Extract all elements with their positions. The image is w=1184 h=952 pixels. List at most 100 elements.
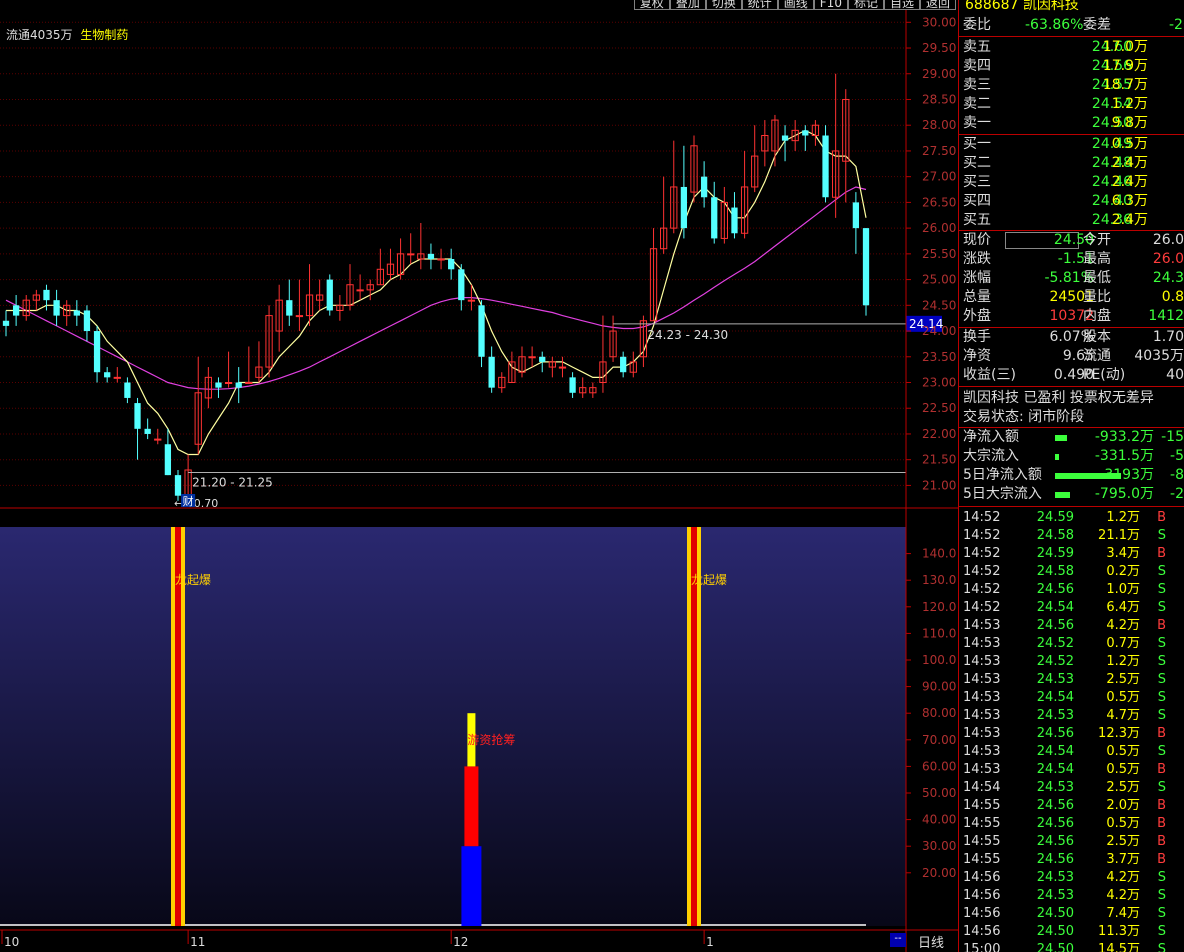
trade-time: 14:52 [963,564,1001,579]
scroll-handle[interactable]: -- [890,933,906,947]
toolbar-button[interactable]: 画线 [777,0,814,10]
trade-price: 24.52 [1036,636,1074,651]
trade-volume: 0.7万 [1106,636,1140,651]
quote-label: 总量 [963,289,991,305]
flow-bar [1055,435,1067,441]
signal-label: 龙起爆 [691,573,727,587]
trade-time: 14:52 [963,546,1001,561]
trade-status: 交易状态: 闭市阶段 [963,409,1085,425]
trade-time: 14:52 [963,600,1001,615]
quote-label: 现价 [963,232,991,248]
price-tick-label: 25.00 [922,273,956,287]
candle-body [12,305,20,316]
price-tick-label: 30.00 [922,15,956,29]
quote-row: 现价 24.50 今开 26.0 [961,231,1184,250]
trade-time: 14:53 [963,618,1001,633]
fund-value: 40 [1166,367,1184,383]
trade-price: 24.56 [1036,816,1074,831]
candle-body [286,300,293,316]
trade-time: 14:55 [963,816,1001,831]
trade-row: 14:53 24.54 0.5万 B [961,761,1184,779]
trade-volume: 4.2万 [1106,870,1140,885]
trade-price: 24.53 [1036,672,1074,687]
toolbar-button[interactable]: 自选 [883,0,920,10]
ask-label: 卖五 [963,39,991,55]
trade-price: 24.53 [1036,888,1074,903]
weicha-value: -20 [1169,17,1184,33]
candle-body [154,438,162,441]
trade-row: 14:53 24.53 4.7万 S [961,707,1184,725]
trade-side: S [1157,672,1166,687]
candle-body [104,372,111,378]
trade-price: 24.56 [1036,582,1074,597]
flow-row: 净流入额 -933.2万 -15 [961,428,1184,447]
bid-row: 买二 24.48 2.4万 [961,154,1184,173]
candle-body [822,135,829,198]
fund-label: 换手 [963,329,991,345]
trade-price: 24.56 [1036,852,1074,867]
trade-price: 24.56 [1036,618,1074,633]
candle-body [478,305,485,357]
trade-row: 14:53 24.52 1.2万 S [961,653,1184,671]
trade-row: 14:53 24.54 0.5万 S [961,743,1184,761]
period-label[interactable]: 日线 [918,932,944,951]
candle-body [448,259,455,270]
signal-label: 龙起爆 [175,573,211,587]
candle-body [144,428,151,434]
trade-side: S [1157,744,1166,759]
trade-volume: 6.4万 [1106,600,1140,615]
trade-volume: 1.2万 [1106,510,1140,525]
trade-price: 24.56 [1036,798,1074,813]
stack-segment [461,846,482,926]
trade-price: 24.58 [1036,528,1074,543]
quote-label: 最高 [1083,251,1111,267]
price-tick-label: 22.00 [922,427,956,441]
candle-body [93,331,101,373]
toolbar-button[interactable]: 统计 [741,0,778,10]
candle-body [134,403,141,429]
price-tick-label: 21.50 [922,453,956,467]
flow-bar [1055,454,1059,460]
trade-row: 14:56 24.53 4.2万 S [961,887,1184,905]
indicator-background [0,527,906,926]
trade-time: 14:53 [963,672,1001,687]
toolbar-button[interactable]: F10 [813,0,848,10]
toolbar-button[interactable]: 叠加 [669,0,706,10]
candle-body [43,289,50,301]
bid-label: 买二 [963,155,991,171]
indicator-tick-label: 110.0 [922,626,956,640]
trade-time: 14:53 [963,654,1001,669]
trade-time: 14:55 [963,798,1001,813]
weibi-row: 委比 -63.86%委差 -20 [961,16,1184,35]
quote-value: 26.0 [1152,251,1184,267]
trade-side: S [1157,600,1166,615]
trade-side: B [1157,726,1166,741]
ask-volume: 17.9万 [1102,58,1148,74]
trade-price: 24.54 [1036,600,1074,615]
price-tick-label: 23.00 [922,376,956,390]
trade-price: 24.53 [1036,780,1074,795]
toolbar-button[interactable]: 标记 [847,0,884,10]
toolbar-button[interactable]: 返回 [919,0,956,10]
bid-row: 买四 24.40 6.3万 [961,192,1184,211]
trade-row: 14:52 24.56 1.0万 S [961,581,1184,599]
candle-body [781,135,789,141]
bid-volume: 2.4万 [1111,212,1148,228]
ask-row: 卖四 24.56 17.9万 [961,57,1184,76]
trade-row: 14:56 24.50 11.3万 S [961,923,1184,941]
fund-value: 1.70 [1152,329,1184,345]
fund-label: 流通 [1083,348,1111,364]
candle-body [711,197,718,239]
toolbar-button[interactable]: 复权 [633,0,670,10]
stack-segment [464,766,479,847]
flow-extra: -8 [1170,467,1184,483]
candlesticks[interactable] [2,73,870,501]
flow-row: 大宗流入 -331.5万 -5 [961,447,1184,466]
fund-label: PE(动) [1083,367,1126,383]
trade-time: 14:54 [963,780,1001,795]
trade-price: 24.52 [1036,654,1074,669]
candle-body [53,300,60,316]
trade-row: 14:55 24.56 2.0万 B [961,797,1184,815]
toolbar-button[interactable]: 切换 [705,0,742,10]
trade-volume: 14.5万 [1098,942,1140,952]
